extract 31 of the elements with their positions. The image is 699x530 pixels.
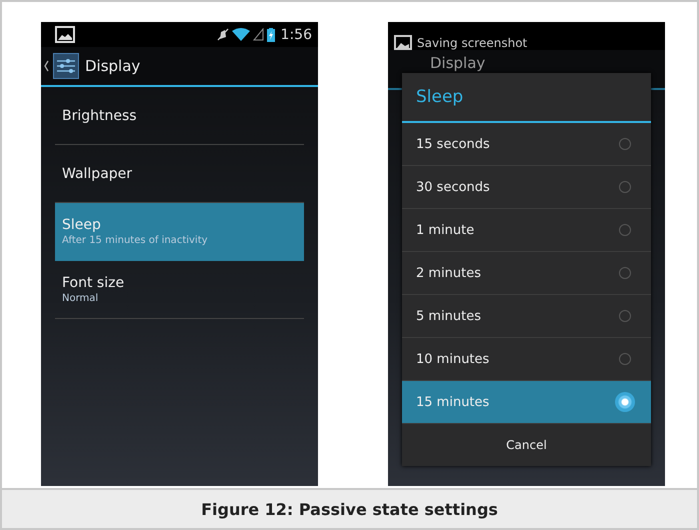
sleep-option[interactable]: 2 minutes	[402, 252, 651, 295]
back-icon[interactable]	[44, 60, 49, 72]
radio-button[interactable]	[619, 310, 631, 322]
notification-text: Saving screenshot	[417, 36, 528, 50]
sleep-option[interactable]: 5 minutes	[402, 295, 651, 338]
radio-button[interactable]	[619, 181, 631, 193]
wifi-icon	[232, 28, 250, 41]
sleep-option[interactable]: 30 seconds	[402, 166, 651, 209]
signal-icon	[252, 28, 264, 41]
radio-button[interactable]	[619, 353, 631, 365]
sleep-option[interactable]: 1 minute	[402, 209, 651, 252]
picture-icon	[55, 26, 75, 43]
cancel-button[interactable]: Cancel	[402, 424, 651, 466]
sleep-option[interactable]: 15 minutes	[402, 381, 651, 424]
battery-icon	[266, 28, 275, 42]
settings-item[interactable]: Brightness	[55, 87, 304, 145]
mute-icon	[216, 28, 229, 41]
status-time: 1:56	[280, 26, 312, 42]
screen-title: Display	[85, 57, 140, 75]
figure-caption: Figure 12: Passive state settings	[2, 490, 697, 528]
settings-item[interactable]: Font size Normal	[55, 261, 304, 319]
radio-button[interactable]	[615, 392, 635, 412]
screen-title: Display	[430, 54, 486, 72]
dialog-title: Sleep	[402, 73, 651, 123]
sleep-option[interactable]: 15 seconds	[402, 123, 651, 166]
radio-button[interactable]	[619, 224, 631, 236]
settings-item[interactable]: Sleep After 15 minutes of inactivity	[55, 203, 304, 261]
radio-button[interactable]	[619, 138, 631, 150]
sliders-icon	[53, 53, 79, 79]
radio-button[interactable]	[619, 267, 631, 279]
picture-icon	[394, 35, 412, 50]
